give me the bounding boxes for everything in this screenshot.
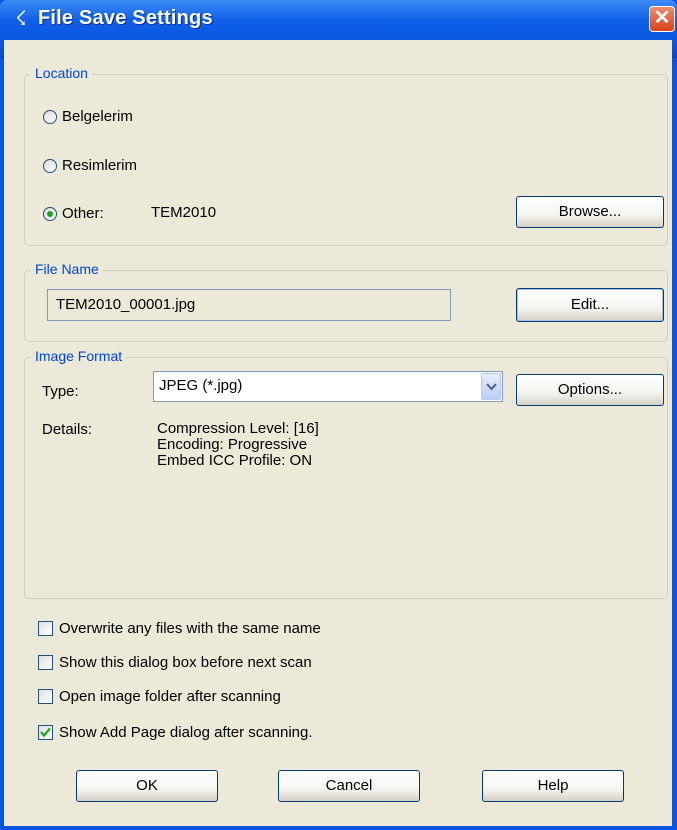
checkbox-box[interactable] — [38, 689, 53, 704]
options-button[interactable]: Options... — [516, 374, 664, 406]
radio-label: Resimlerim — [62, 157, 137, 174]
cancel-button[interactable]: Cancel — [278, 770, 420, 802]
radio-belgelerim[interactable]: Belgelerim — [43, 108, 133, 125]
radio-icon[interactable] — [43, 158, 57, 173]
detail-encoding: Encoding: Progressive — [157, 436, 308, 453]
close-button[interactable]: ✕ — [649, 6, 675, 32]
checkmark-icon — [40, 727, 51, 738]
location-legend: Location — [31, 65, 92, 81]
image-format-legend: Image Format — [31, 348, 127, 364]
show-dialog-checkbox[interactable]: Show this dialog box before next scan — [38, 654, 312, 671]
checkbox-label: Open image folder after scanning — [59, 688, 281, 705]
details-label: Details: — [42, 421, 93, 438]
overwrite-checkbox[interactable]: Overwrite any files with the same name — [38, 620, 321, 637]
checkbox-label: Show this dialog box before next scan — [59, 654, 312, 671]
dialog-client-area: Location Belgelerim Resimlerim Other: TE… — [4, 40, 672, 826]
radio-other[interactable]: Other: — [43, 205, 104, 222]
app-icon: ☇ — [15, 8, 27, 30]
details-text: Compression Level: [16] Encoding: Progre… — [157, 421, 319, 469]
file-name-field[interactable]: TEM2010_00001.jpg — [47, 289, 451, 321]
open-folder-checkbox[interactable]: Open image folder after scanning — [38, 688, 281, 705]
ok-button[interactable]: OK — [76, 770, 218, 802]
radio-selected-icon[interactable] — [43, 206, 57, 221]
checkbox-label: Show Add Page dialog after scanning. — [59, 724, 313, 741]
add-page-checkbox[interactable]: Show Add Page dialog after scanning. — [38, 724, 313, 741]
file-save-settings-window: ☇ File Save Settings ✕ Location Belgeler… — [0, 0, 677, 830]
type-selected-value: JPEG (*.jpg) — [159, 377, 243, 394]
help-button[interactable]: Help — [482, 770, 624, 802]
edit-button[interactable]: Edit... — [516, 288, 664, 322]
browse-button[interactable]: Browse... — [516, 196, 664, 228]
checkbox-box[interactable] — [38, 655, 53, 670]
detail-icc-profile: Embed ICC Profile: ON — [157, 452, 313, 469]
radio-label: Other: — [62, 205, 104, 222]
other-folder-value: TEM2010 — [151, 204, 217, 221]
detail-compression: Compression Level: [16] — [157, 420, 319, 437]
radio-icon[interactable] — [43, 109, 57, 124]
file-name-legend: File Name — [31, 261, 103, 277]
radio-label: Belgelerim — [62, 108, 133, 125]
chevron-down-icon[interactable] — [481, 373, 501, 400]
checkbox-checked-box[interactable] — [38, 725, 53, 740]
type-label: Type: — [42, 383, 79, 400]
checkbox-box[interactable] — [38, 621, 53, 636]
checkbox-label: Overwrite any files with the same name — [59, 620, 321, 637]
type-select[interactable]: JPEG (*.jpg) — [153, 371, 503, 402]
radio-resimlerim[interactable]: Resimlerim — [43, 157, 137, 174]
window-title: File Save Settings — [38, 7, 213, 29]
